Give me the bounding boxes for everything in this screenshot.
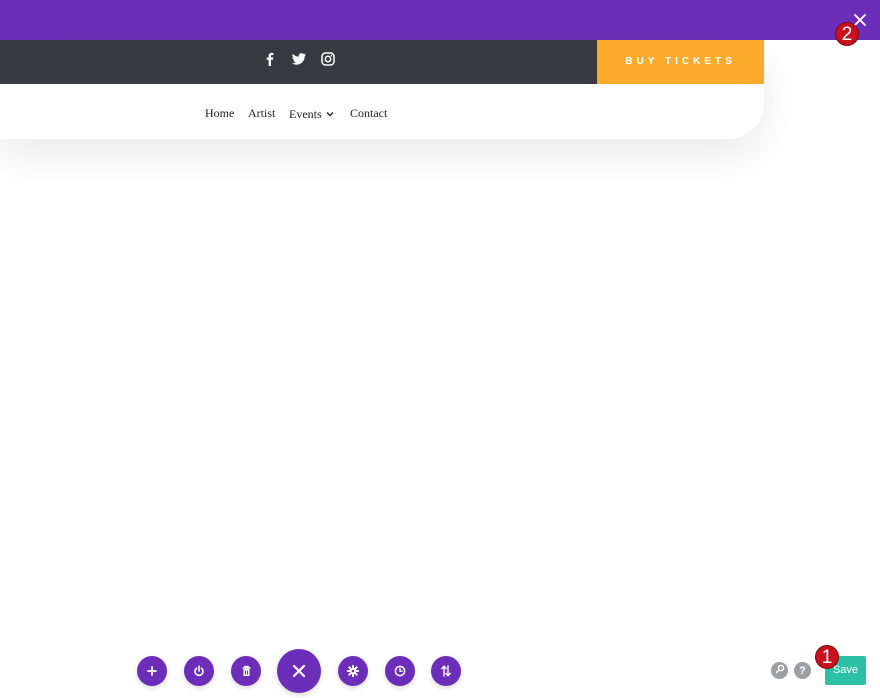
sort-icon [440, 665, 452, 677]
nav-item-events-label: Events [289, 107, 322, 121]
help-button[interactable]: ? [794, 662, 811, 679]
nav-item-contact[interactable]: Contact [350, 106, 387, 121]
plus-icon [147, 666, 157, 676]
nav-item-home[interactable]: Home [205, 106, 234, 121]
main-nav: Home Artist Events Contact [0, 84, 764, 139]
social-bar: BUY TICKETS [0, 40, 764, 84]
power-icon [193, 665, 205, 677]
add-button[interactable] [137, 656, 167, 686]
builder-top-bar [0, 0, 880, 40]
step-badge-1: 1 [815, 645, 839, 669]
site-header: BUY TICKETS Home Artist Events Contact [0, 40, 764, 139]
twitter-icon[interactable] [291, 51, 307, 67]
page: 2 BUY TICKETS Home Artist Events Contact [0, 0, 880, 698]
gear-icon [347, 665, 359, 677]
chevron-down-icon [326, 106, 334, 121]
zoom-button[interactable] [771, 662, 788, 679]
nav-item-artist[interactable]: Artist [248, 106, 275, 121]
close-icon [292, 664, 306, 678]
facebook-icon[interactable] [262, 51, 278, 67]
instagram-icon[interactable] [320, 51, 336, 67]
history-icon [394, 665, 406, 677]
settings-button[interactable] [338, 656, 368, 686]
close-builder-button[interactable] [277, 649, 321, 693]
nav-item-events[interactable]: Events [289, 106, 334, 122]
step-badge-2: 2 [835, 22, 859, 46]
disable-button[interactable] [184, 656, 214, 686]
search-icon [775, 664, 785, 677]
trash-icon [241, 665, 252, 677]
buy-tickets-button[interactable]: BUY TICKETS [597, 40, 764, 84]
delete-button[interactable] [231, 656, 261, 686]
history-button[interactable] [385, 656, 415, 686]
portability-button[interactable] [431, 656, 461, 686]
